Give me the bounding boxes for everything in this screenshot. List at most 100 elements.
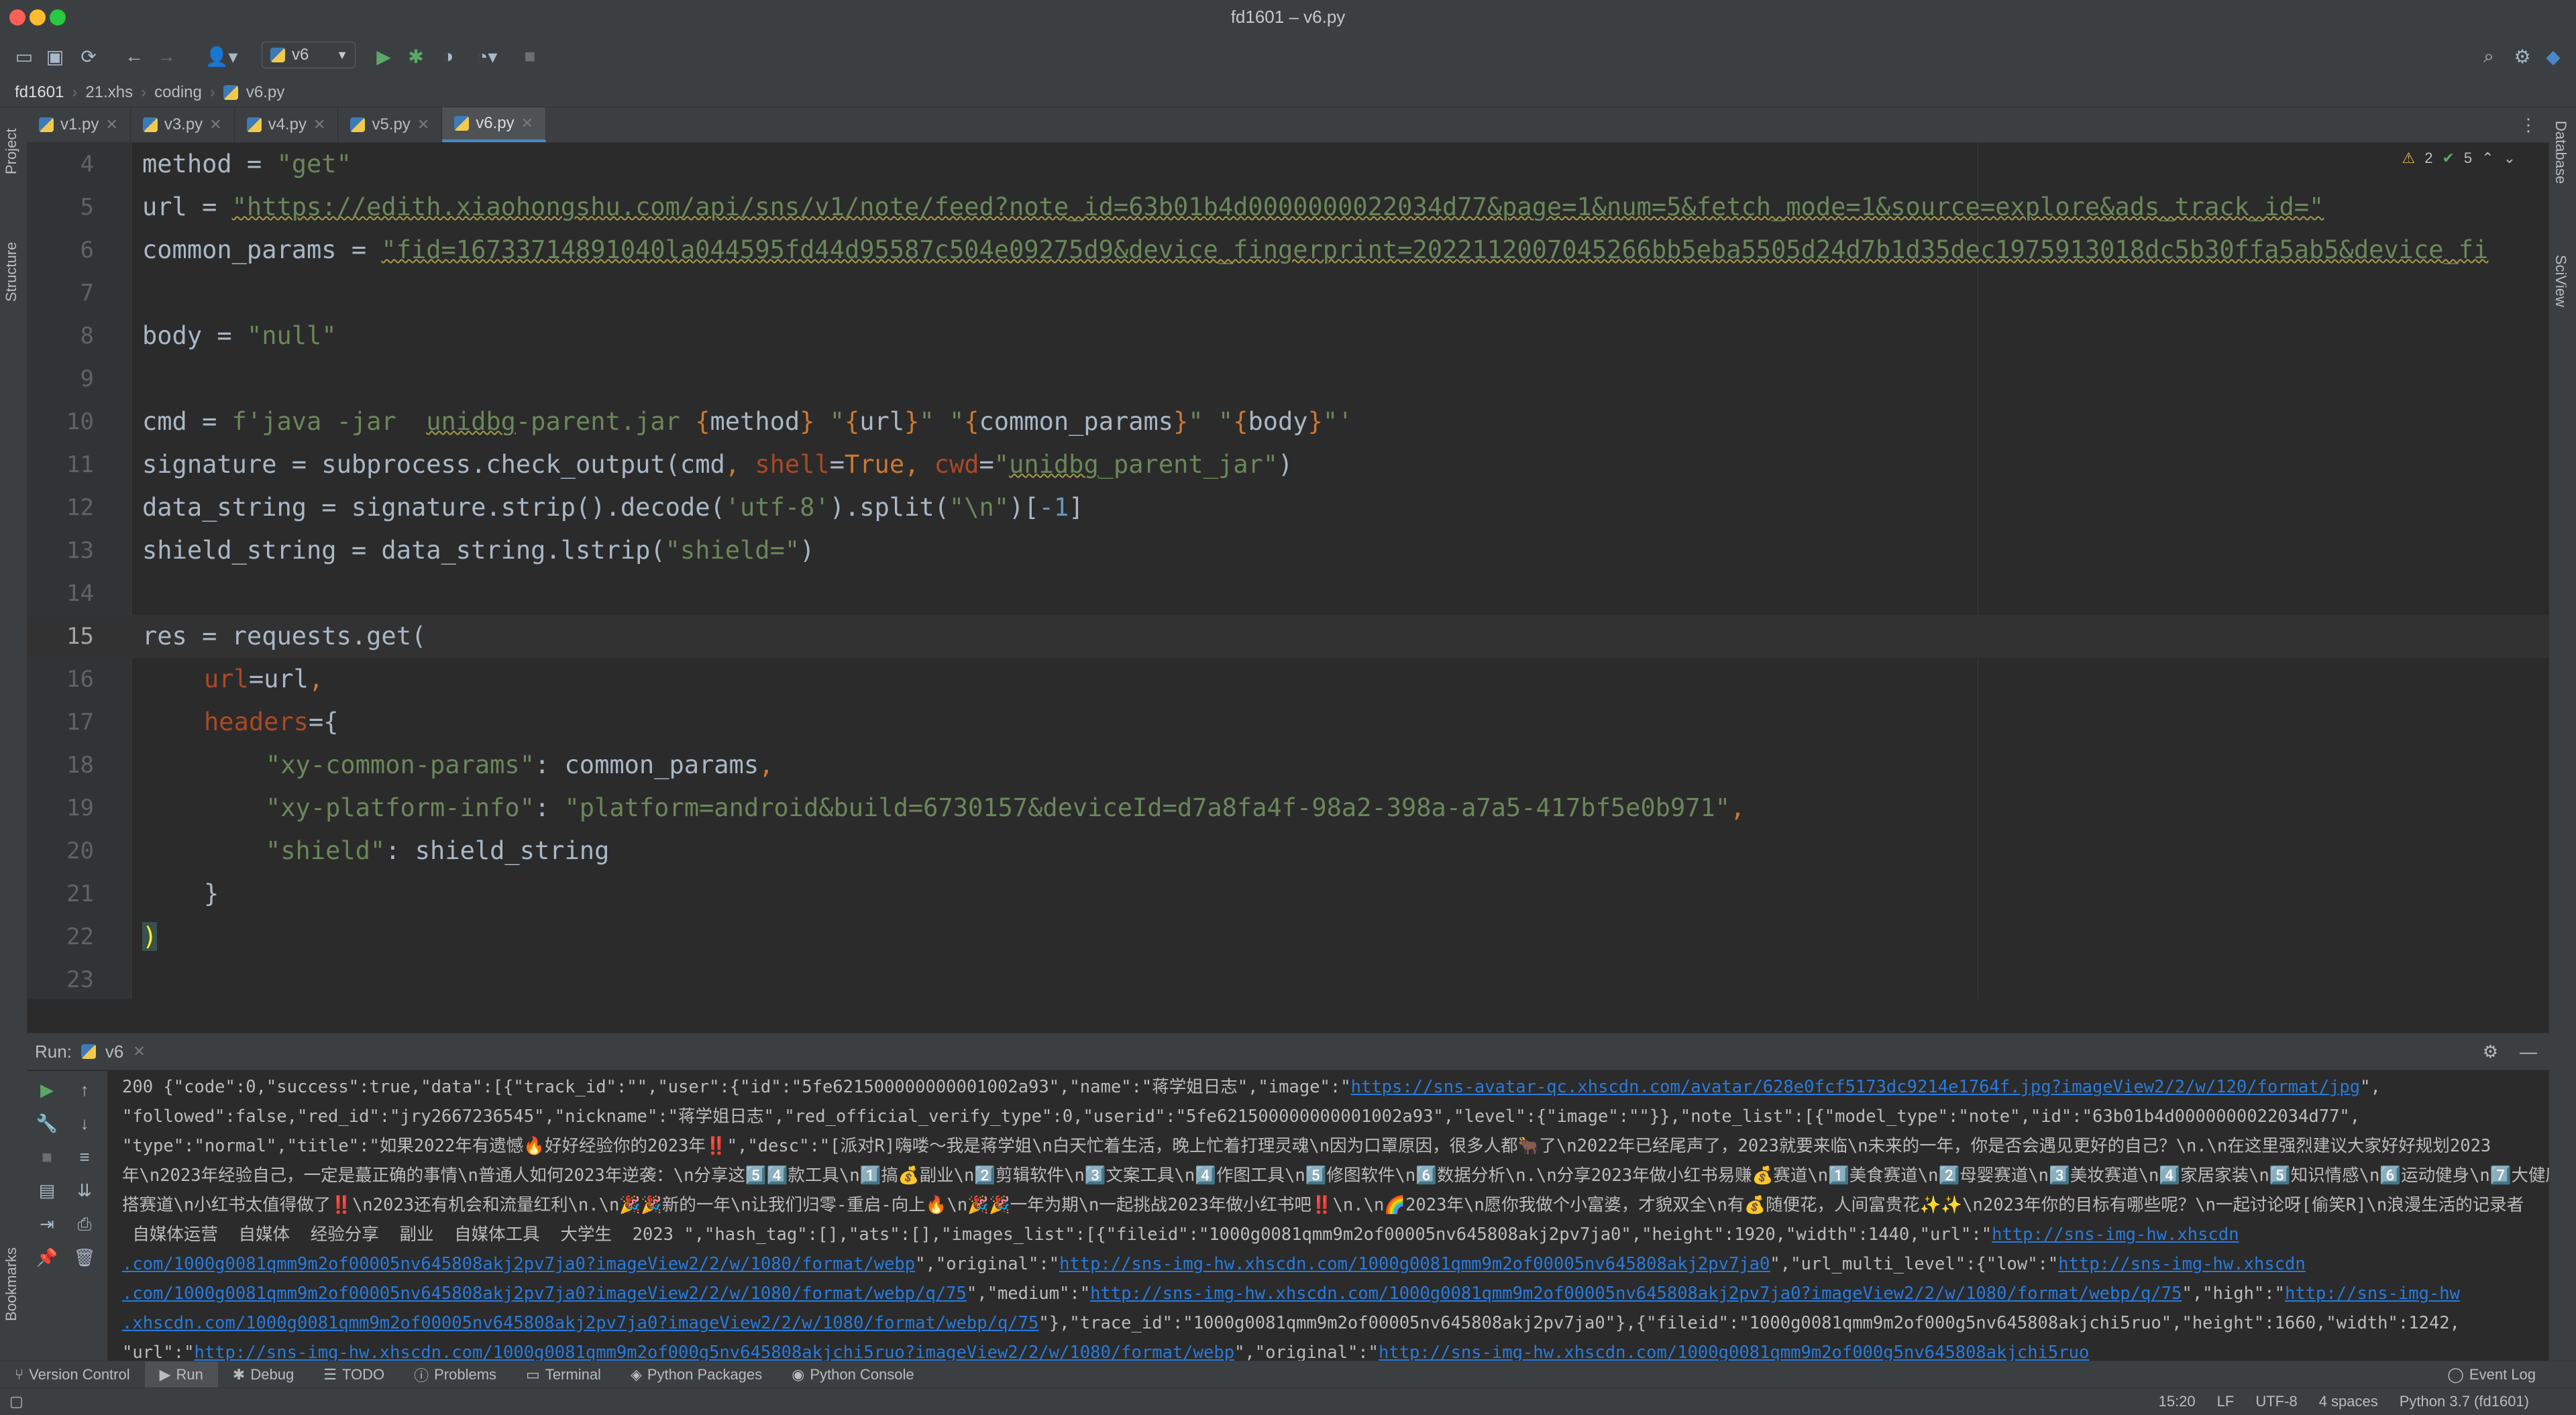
python-packages-tab[interactable]: ◈ Python Packages	[616, 1366, 777, 1383]
console-line: "url":"http://sns-img-hw.xhscdn.com/1000…	[122, 1338, 2089, 1361]
close-tab-icon[interactable]: ✕	[313, 116, 325, 133]
settings-gear-icon[interactable]: ⚙	[2483, 1041, 2498, 1062]
profile-icon[interactable]: ◔▾	[467, 43, 507, 70]
indent-setting[interactable]: 4 spaces	[2319, 1393, 2378, 1410]
search-icon[interactable]: ⌕	[2475, 43, 2502, 70]
breadcrumb-folder[interactable]: 21.xhs	[85, 83, 133, 102]
rerun-icon[interactable]: ▶	[34, 1076, 60, 1103]
scroll-up-icon[interactable]: ↑	[71, 1076, 98, 1103]
trash-icon[interactable]: 🗑	[71, 1244, 98, 1271]
stop-icon[interactable]: ■	[517, 43, 543, 70]
close-tab-icon[interactable]: ✕	[209, 116, 221, 133]
console-link[interactable]: http://sns-img-hw.xhscdn	[1992, 1225, 2239, 1245]
tab-label: Event Log	[2469, 1366, 2536, 1383]
console-link[interactable]: http://sns-img-hw.xhscdn.com/1000g0081qm…	[1379, 1343, 2089, 1361]
scroll-down-icon[interactable]: ↓	[71, 1110, 98, 1137]
code-text: "xy-common-params": common_params,	[266, 750, 774, 779]
line-number: 6	[80, 237, 94, 264]
tab-label: Python Console	[810, 1366, 914, 1383]
console-link[interactable]: http://sns-img-hw.xhscdn.com/1000g0081qm…	[1090, 1284, 2182, 1304]
tab-label: Run	[176, 1366, 203, 1383]
open-folder-icon[interactable]: ▭	[11, 43, 38, 70]
database-tool-button[interactable]: Database	[2552, 121, 2569, 184]
stop-icon[interactable]: ■	[34, 1143, 60, 1170]
console-link[interactable]: http://sns-img-hw	[2285, 1284, 2460, 1304]
line-number: 16	[66, 666, 94, 693]
run-icon: ▶	[159, 1366, 171, 1383]
ide-window: fd1601 – v6.py ▭ ▣ ⟳ ← → 👤▾ v6 ▼ ▶ ✱ ◑ ◔…	[0, 0, 2576, 1415]
tab-label: Version Control	[29, 1366, 130, 1383]
line-number: 19	[66, 795, 94, 822]
debug-tab[interactable]: ✱ Debug	[218, 1366, 309, 1383]
terminal-tab[interactable]: ▭ Terminal	[511, 1366, 616, 1383]
code-line: 17 headers={	[27, 701, 2549, 744]
line-number: 20	[66, 838, 94, 864]
layout-icon[interactable]: ▤	[34, 1177, 60, 1204]
pin-icon[interactable]: 📌	[34, 1244, 60, 1271]
run-tab[interactable]: ▶ Run	[144, 1361, 218, 1388]
breadcrumb-subfolder[interactable]: coding	[154, 83, 202, 102]
project-tool-button[interactable]: Project	[3, 129, 20, 174]
run-tab-label[interactable]: v6	[105, 1041, 123, 1062]
save-icon[interactable]: ▣	[42, 43, 68, 70]
python-console-tab[interactable]: ◉ Python Console	[777, 1366, 929, 1383]
structure-tool-button[interactable]: Structure	[3, 242, 20, 302]
run-configuration-select[interactable]: v6 ▼	[262, 42, 356, 68]
tab-v1[interactable]: v1.py ✕	[27, 107, 131, 142]
more-tabs-icon[interactable]: ⋮	[2508, 107, 2549, 142]
soft-wrap-icon[interactable]: ≡	[71, 1143, 98, 1170]
todo-tab[interactable]: ☰ TODO	[309, 1366, 399, 1383]
layout-toggle-icon[interactable]: ▢	[9, 1393, 23, 1410]
line-number: 23	[66, 966, 94, 993]
exit-icon[interactable]: ⇥	[34, 1210, 60, 1237]
problems-tab[interactable]: ⓘ Problems	[399, 1364, 511, 1385]
vcs-user-icon[interactable]: 👤▾	[201, 43, 241, 70]
sync-icon[interactable]: ⟳	[75, 43, 102, 70]
run-icon[interactable]: ▶	[370, 43, 397, 70]
code-line: 14	[27, 572, 2549, 615]
print-icon[interactable]: ⎙	[71, 1210, 98, 1237]
sciview-tool-button[interactable]: SciView	[2552, 255, 2569, 307]
tab-label: v4.py	[268, 115, 307, 133]
scroll-to-end-icon[interactable]: ⇊	[71, 1177, 98, 1204]
coverage-icon[interactable]: ◑	[435, 43, 462, 70]
settings-gear-icon[interactable]: ⚙	[2509, 43, 2536, 70]
console-link[interactable]: .com/1000g0081qmm9m2of00005nv645808akj2p…	[122, 1284, 967, 1304]
console-link[interactable]: https://sns-avatar-qc.xhscdn.com/avatar/…	[1351, 1077, 2361, 1097]
file-encoding[interactable]: UTF-8	[2255, 1393, 2297, 1410]
wrench-icon[interactable]: 🔧	[34, 1110, 60, 1137]
close-run-tab-icon[interactable]: ✕	[133, 1043, 145, 1060]
close-tab-icon[interactable]: ✕	[521, 115, 533, 132]
code-editor[interactable]: ⚠ 2 ✔ 5 ⌃ ⌄ 4 method = "get" 5 url = "https:/…	[27, 143, 2549, 999]
breadcrumb-file[interactable]: v6.py	[246, 83, 284, 102]
tab-v5[interactable]: v5.py ✕	[338, 107, 443, 142]
event-log-tab[interactable]: ◯ Event Log	[2432, 1366, 2576, 1383]
line-number: 5	[80, 194, 94, 221]
line-separator[interactable]: LF	[2217, 1393, 2235, 1410]
problems-icon: ⓘ	[414, 1367, 429, 1384]
bookmarks-tool-button[interactable]: Bookmarks	[3, 1247, 20, 1321]
console-link[interactable]: http://sns-img-hw.xhscdn.com/1000g0081qm…	[1059, 1254, 1770, 1274]
console-link[interactable]: .com/1000g0081qmm9m2of00005nv645808akj2p…	[122, 1254, 915, 1274]
python-interpreter[interactable]: Python 3.7 (fd1601)	[2400, 1393, 2529, 1410]
code-text: method = "get"	[142, 150, 352, 178]
caret-position[interactable]: 15:20	[2159, 1393, 2196, 1410]
run-console-output[interactable]: 200 {"code":0,"success":true,"data":[{"t…	[107, 1071, 2549, 1361]
close-tab-icon[interactable]: ✕	[417, 116, 429, 133]
forward-arrow-icon[interactable]: →	[153, 43, 180, 70]
console-line: 200 {"code":0,"success":true,"data":[{"t…	[122, 1077, 2381, 1097]
tab-v4[interactable]: v4.py ✕	[235, 107, 339, 142]
tab-v3[interactable]: v3.py ✕	[131, 107, 235, 142]
back-arrow-icon[interactable]: ←	[121, 43, 148, 70]
line-number: 7	[80, 280, 94, 306]
console-link[interactable]: http://sns-img-hw.xhscdn	[2058, 1254, 2305, 1274]
console-link[interactable]: .xhscdn.com/1000g0081qmm9m2of00005nv6458…	[122, 1313, 1038, 1333]
close-tab-icon[interactable]: ✕	[105, 116, 117, 133]
version-control-tab[interactable]: ⑂ Version Control	[0, 1366, 145, 1383]
hide-panel-icon[interactable]: —	[2520, 1041, 2537, 1062]
breadcrumb-project[interactable]: fd1601	[15, 83, 64, 102]
tab-v6[interactable]: v6.py ✕	[442, 107, 547, 142]
debug-icon[interactable]: ✱	[402, 43, 429, 70]
console-link[interactable]: http://sns-img-hw.xhscdn.com/1000g0081qm…	[194, 1343, 1234, 1361]
ide-logo-icon[interactable]: ◆	[2540, 43, 2567, 70]
